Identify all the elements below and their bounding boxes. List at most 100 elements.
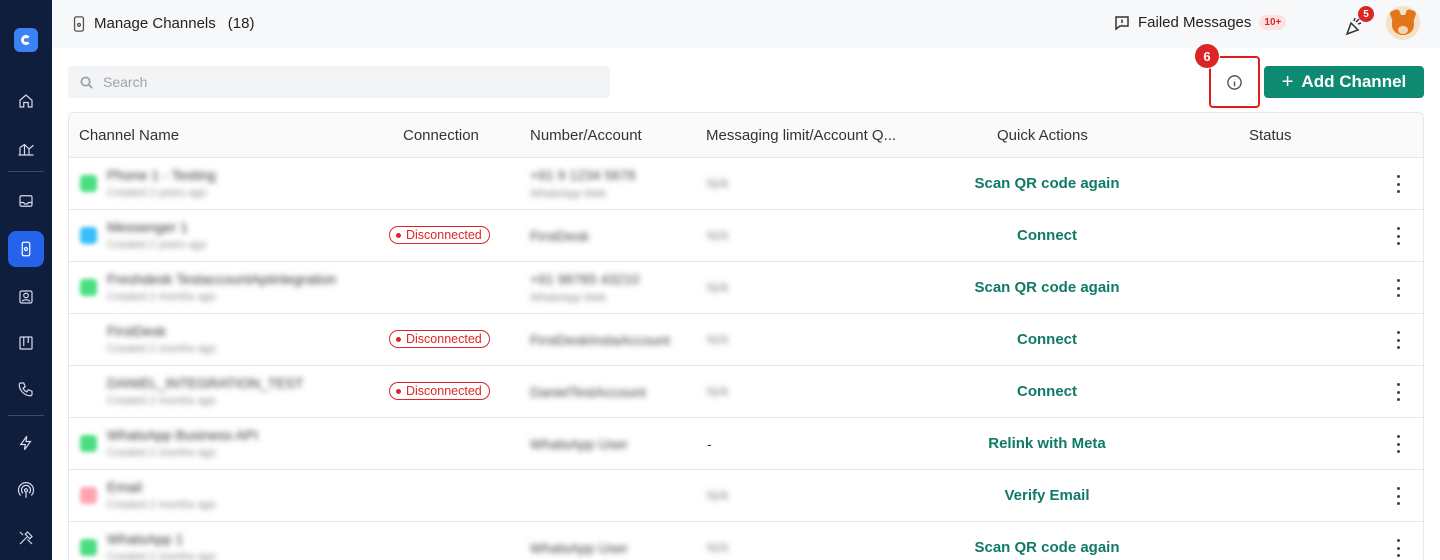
channel-name[interactable]: FirstDesk	[107, 323, 166, 339]
table-row[interactable]: WhatsApp 1 Created 2 months ago WhatsApp U…	[69, 522, 1423, 560]
number-account: FirstDesk	[530, 228, 590, 244]
messaging-limit: N/A	[707, 384, 729, 399]
table-header: Channel Name Connection Number/Account M…	[69, 113, 1423, 158]
page-title-text: Manage Channels	[94, 15, 216, 32]
analytics-icon[interactable]	[8, 131, 44, 167]
channels-icon[interactable]	[8, 231, 44, 267]
channel-name[interactable]: Messenger 1	[107, 219, 188, 235]
quick-action-button[interactable]: Verify Email	[909, 487, 1185, 504]
top-bar: Manage Channels (18) Failed Messages 10+…	[52, 0, 1440, 48]
quick-action-button[interactable]: Scan QR code again	[909, 279, 1185, 296]
quick-action-button[interactable]: Relink with Meta	[909, 435, 1185, 452]
broadcast-icon[interactable]	[8, 473, 44, 509]
channels-table: Channel Name Connection Number/Account M…	[68, 112, 1424, 560]
table-row[interactable]: FirstDesk Created 2 months ago Disconnecte…	[69, 314, 1423, 366]
quick-action-button[interactable]: Connect	[909, 227, 1185, 244]
failed-messages-button[interactable]: Failed Messages 10+	[1114, 14, 1287, 31]
search-input[interactable]	[103, 74, 583, 90]
more-options-icon[interactable]	[1395, 487, 1401, 505]
avatar[interactable]	[1386, 6, 1420, 40]
channel-type-icon	[80, 539, 97, 556]
phone-icon[interactable]	[8, 371, 44, 407]
column-quick-actions: Quick Actions	[997, 127, 1088, 144]
more-options-icon[interactable]	[1395, 175, 1401, 193]
table-row[interactable]: Messenger 1 Created 2 years ago Disconnect…	[69, 210, 1423, 262]
info-icon	[1227, 74, 1242, 90]
table-row[interactable]: Phone 1 - Testing Created 2 years ago +91 …	[69, 158, 1423, 210]
failed-messages-label: Failed Messages	[1138, 14, 1252, 31]
number-account: WhatsApp User	[530, 540, 629, 556]
channel-name[interactable]: WhatsApp Business API	[107, 427, 258, 443]
connection-status-badge: Disconnected	[389, 226, 490, 244]
more-options-icon[interactable]	[1395, 383, 1401, 401]
app-logo[interactable]	[14, 28, 38, 52]
search-icon	[80, 75, 93, 89]
channel-type-icon	[80, 227, 97, 244]
add-channel-label: Add Channel	[1301, 72, 1407, 91]
failed-messages-badge: 10+	[1259, 15, 1287, 30]
page-title: Manage Channels (18)	[72, 15, 254, 32]
channel-icon	[73, 15, 85, 32]
inbox-icon[interactable]	[8, 183, 44, 219]
channel-type-icon	[80, 487, 97, 504]
connection-status-badge: Disconnected	[389, 330, 490, 348]
number-account: DanielTestAccount	[530, 384, 646, 400]
notifications-button[interactable]: 5	[1344, 6, 1374, 36]
messaging-limit: N/A	[707, 228, 729, 243]
channel-created: Created 2 months ago	[107, 447, 216, 459]
number-account: FirstDeskInstaAccount	[530, 332, 671, 348]
connection-label: Disconnected	[406, 228, 482, 242]
channel-name[interactable]: WhatsApp 1	[107, 531, 183, 547]
messaging-limit: N/A	[707, 176, 729, 191]
tools-icon[interactable]	[8, 520, 44, 556]
status-dot-icon	[396, 388, 401, 394]
table-row[interactable]: Freshdesk TestaccountApiintegration Creat…	[69, 262, 1423, 314]
quick-action-button[interactable]: Scan QR code again	[909, 175, 1185, 192]
add-channel-button[interactable]: + Add Channel	[1264, 66, 1424, 98]
more-options-icon[interactable]	[1395, 539, 1401, 557]
number-account: WhatsApp User	[530, 436, 629, 452]
channel-name[interactable]: Email	[107, 479, 142, 495]
quick-action-button[interactable]: Scan QR code again	[909, 539, 1185, 556]
automation-icon[interactable]	[8, 425, 44, 461]
board-icon[interactable]	[8, 325, 44, 361]
info-button[interactable]	[1209, 56, 1260, 108]
table-row[interactable]: DANIEL_INTEGRATION_TEST Created 2 months …	[69, 366, 1423, 418]
column-status: Status	[1249, 127, 1292, 144]
sidebar-divider	[8, 171, 44, 172]
column-number-account[interactable]: Number/Account	[530, 127, 642, 144]
table-row[interactable]: Email Created 2 months ago N/A Verify Email	[69, 470, 1423, 522]
more-options-icon[interactable]	[1395, 435, 1401, 453]
number-account-type: WhatsApp Web	[530, 292, 607, 304]
more-options-icon[interactable]	[1395, 279, 1401, 297]
channel-created: Created 2 years ago	[107, 187, 207, 199]
connection-label: Disconnected	[406, 384, 482, 398]
channel-created: Created 2 years ago	[107, 239, 207, 251]
channel-type-icon	[80, 279, 97, 296]
channel-name[interactable]: Phone 1 - Testing	[107, 167, 216, 183]
column-connection[interactable]: Connection	[403, 127, 479, 144]
column-channel-name[interactable]: Channel Name	[79, 127, 179, 144]
channel-type-icon	[80, 435, 97, 452]
messaging-limit: N/A	[707, 332, 729, 347]
connection-label: Disconnected	[406, 332, 482, 346]
column-messaging-limit[interactable]: Messaging limit/Account Q...	[706, 127, 896, 144]
quick-action-button[interactable]: Connect	[909, 331, 1185, 348]
channel-created: Created 2 months ago	[107, 551, 216, 560]
contacts-icon[interactable]	[8, 279, 44, 315]
channel-name[interactable]: DANIEL_INTEGRATION_TEST	[107, 375, 304, 391]
sidebar	[0, 0, 52, 560]
messaging-limit: N/A	[707, 488, 729, 503]
quick-action-button[interactable]: Connect	[909, 383, 1185, 400]
more-options-icon[interactable]	[1395, 227, 1401, 245]
number-account: +91 98765 43210	[530, 271, 640, 287]
more-options-icon[interactable]	[1395, 331, 1401, 349]
search-box	[68, 66, 610, 98]
table-row[interactable]: WhatsApp Business API Created 2 months ag…	[69, 418, 1423, 470]
channel-name[interactable]: Freshdesk TestaccountApiintegration	[107, 271, 336, 287]
messaging-limit: N/A	[707, 280, 729, 295]
status-dot-icon	[396, 336, 401, 342]
home-icon[interactable]	[8, 83, 44, 119]
notification-badge: 5	[1358, 6, 1374, 22]
message-alert-icon	[1115, 15, 1129, 30]
